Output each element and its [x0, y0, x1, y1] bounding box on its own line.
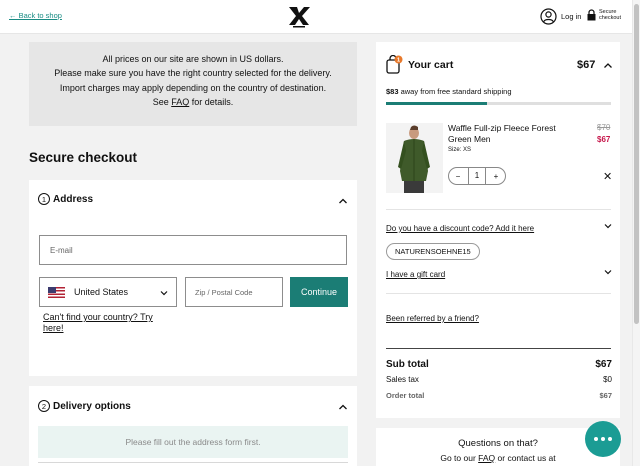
currency-info-box: All prices on our site are shown in US d… — [29, 42, 357, 126]
original-price: $70 — [597, 123, 611, 132]
delivery-header[interactable]: 2 Delivery options — [38, 400, 131, 412]
referral-link[interactable]: Been referred by a friend? — [386, 314, 479, 323]
delivery-placeholder-note: Please fill out the address form first. — [38, 426, 348, 458]
shipping-amount: $83 — [386, 87, 399, 96]
sales-tax-label: Sales tax — [386, 375, 419, 384]
product-size: Size: XS — [448, 147, 472, 153]
info-line: All prices on our site are shown in US d… — [102, 54, 284, 64]
subtotal-label: Sub total — [386, 359, 429, 370]
discount-code-link[interactable]: Do you have a discount code? Add it here — [386, 224, 534, 233]
us-flag-icon — [48, 286, 65, 298]
shipping-text: away from free standard shipping — [398, 87, 512, 96]
divider — [38, 462, 348, 463]
questions-text-post: or contact us at — [495, 453, 556, 463]
decrease-quantity-button[interactable]: − — [449, 172, 467, 181]
chat-dot-icon — [601, 437, 605, 441]
cart-title: Your cart — [408, 59, 454, 71]
faq-link[interactable]: FAQ — [478, 453, 495, 463]
gift-card-link[interactable]: I have a gift card — [386, 270, 445, 279]
shopping-bag-icon: 1 — [386, 55, 403, 74]
questions-title: Questions on that? — [458, 438, 538, 449]
cant-find-country-link[interactable]: Can't find your country? Try here! — [43, 312, 173, 334]
back-to-shop-link[interactable]: ← Back to shop — [9, 11, 62, 20]
lock-icon — [587, 9, 596, 21]
delivery-options-section: 2 Delivery options Please fill out the a… — [29, 386, 357, 466]
order-total-row: Order total $67 — [386, 391, 612, 400]
order-total-label: Order total — [386, 391, 425, 400]
remove-item-button[interactable]: ✕ — [603, 170, 612, 183]
increase-quantity-button[interactable]: + — [487, 172, 505, 181]
shipping-progress-fill — [386, 102, 488, 105]
chevron-up-icon[interactable] — [338, 402, 348, 412]
faq-link[interactable]: FAQ — [171, 97, 189, 107]
info-line: Please make sure you have the right coun… — [54, 68, 332, 79]
quantity-stepper: − 1 + — [448, 167, 506, 185]
country-value: United States — [74, 287, 129, 297]
continue-button[interactable]: Continue — [290, 277, 348, 307]
info-line: See FAQ for details. — [29, 95, 357, 109]
applied-discount-code[interactable]: NATURENSOEHNE15 — [386, 243, 480, 260]
email-placeholder: E-mail — [50, 245, 73, 255]
login-button[interactable]: Log in — [540, 8, 581, 25]
info-line: Import charges may apply depending on th… — [59, 82, 327, 93]
info-text: for details. — [189, 97, 234, 108]
step-number: 1 — [38, 193, 50, 205]
questions-section: Questions on that? Go to our FAQ or cont… — [376, 428, 620, 466]
address-title: Address — [53, 193, 94, 205]
delivery-title: Delivery options — [53, 400, 131, 412]
subtotal-row: Sub total $67 — [386, 359, 612, 370]
questions-text: Go to our FAQ or contact us at — [376, 453, 620, 463]
site-header: ← Back to shop Log in Secure checkout — [0, 0, 632, 34]
address-header[interactable]: 1 Address — [38, 193, 93, 205]
subtotal-value: $67 — [595, 359, 612, 370]
info-text: See — [152, 97, 172, 108]
chevron-up-icon[interactable] — [603, 61, 613, 70]
chevron-down-icon — [160, 291, 168, 296]
zip-code-field[interactable]: Zip / Postal Code — [185, 277, 283, 307]
page-scrollbar[interactable] — [632, 0, 640, 466]
chat-button[interactable] — [585, 421, 621, 457]
secure-checkout-indicator: Secure checkout — [587, 9, 629, 21]
scrollbar-thumb[interactable] — [634, 4, 639, 324]
chevron-down-icon[interactable] — [604, 268, 612, 276]
cart-total: $67 — [577, 59, 596, 71]
chevron-down-icon[interactable] — [604, 222, 612, 230]
login-label: Log in — [561, 12, 582, 21]
product-name[interactable]: Waffle Full-zip Fleece Forest Green Men — [448, 123, 558, 145]
divider — [386, 293, 611, 294]
sales-tax-value: $0 — [603, 375, 612, 384]
divider — [386, 209, 611, 210]
chat-dot-icon — [608, 437, 612, 441]
secure-checkout-label: Secure checkout — [599, 9, 622, 21]
sale-price: $67 — [597, 135, 611, 144]
questions-text-pre: Go to our — [440, 453, 479, 463]
cart-summary: 1 Your cart $67 $83 away from free stand… — [376, 42, 620, 418]
chat-dot-icon — [594, 437, 598, 441]
order-total-value: $67 — [599, 391, 612, 400]
quantity-value[interactable]: 1 — [468, 168, 486, 184]
chevron-up-icon[interactable] — [338, 196, 348, 206]
user-icon — [540, 8, 557, 25]
summary-divider — [386, 348, 611, 349]
email-field[interactable]: E-mail — [39, 235, 347, 265]
cart-count-badge: 1 — [397, 58, 400, 64]
address-section: 1 Address E-mail United States Zip / Pos… — [29, 180, 357, 376]
sales-tax-row: Sales tax $0 — [386, 375, 612, 384]
shipping-progress-bar — [386, 102, 611, 105]
zip-placeholder: Zip / Postal Code — [195, 287, 253, 297]
free-shipping-message: $83 away from free standard shipping — [386, 87, 512, 96]
product-image[interactable] — [386, 123, 443, 193]
country-select[interactable]: United States — [39, 277, 177, 307]
step-number: 2 — [38, 400, 50, 412]
xbionic-logo-icon[interactable] — [286, 5, 312, 29]
page-title: Secure checkout — [29, 150, 138, 165]
